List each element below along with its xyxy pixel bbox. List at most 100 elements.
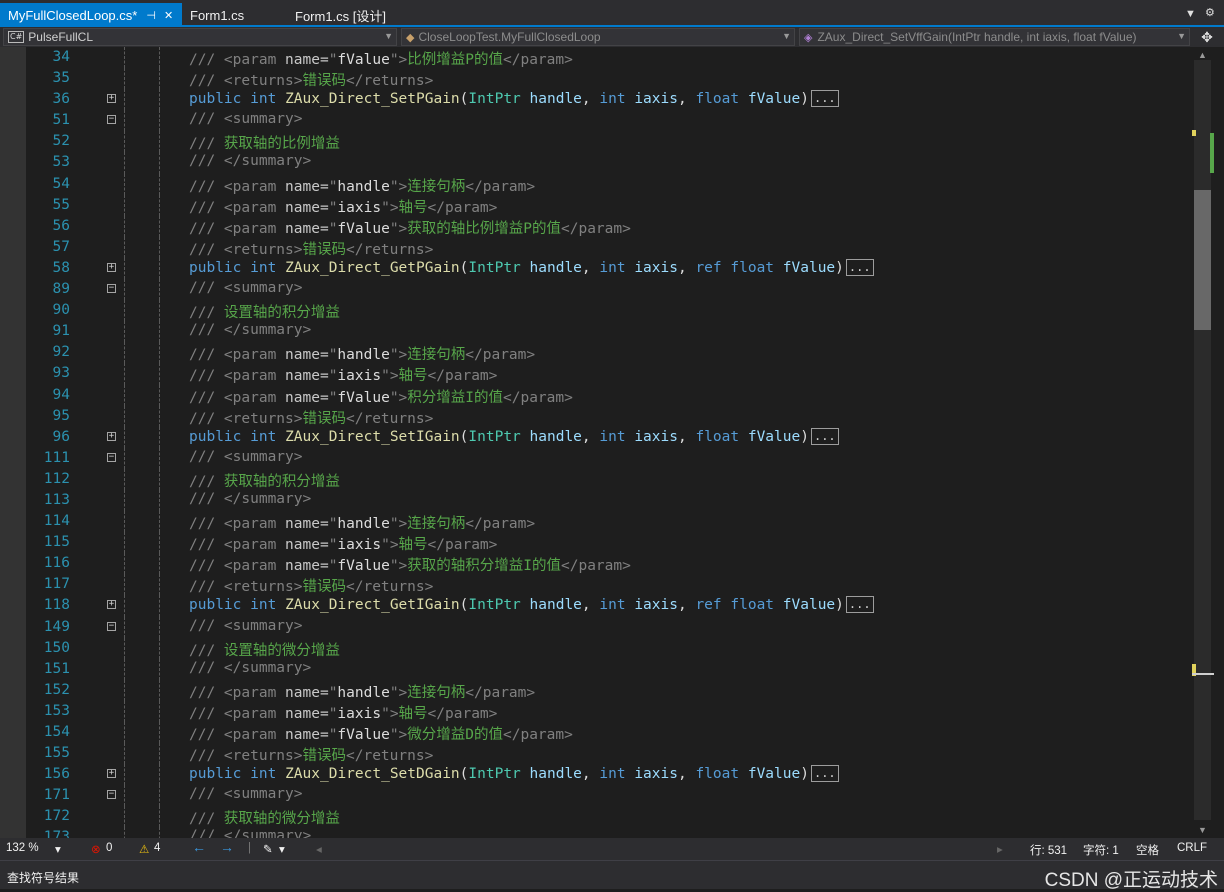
collapse-icon[interactable]: −	[107, 284, 116, 294]
project-dropdown[interactable]: C# PulseFullCL ▼	[3, 28, 397, 46]
line-ending-indicator[interactable]: CRLF	[1177, 842, 1207, 854]
type: IntPtr	[468, 428, 521, 445]
code-line: 52 /// 获取轴的比例增益	[26, 131, 1190, 153]
brush-icon[interactable]: ✎	[263, 842, 273, 856]
line-number: 94	[52, 386, 70, 403]
scroll-up-icon[interactable]: ▲	[1194, 50, 1211, 60]
navigate-forward-icon[interactable]: →	[220, 839, 234, 855]
member-dropdown[interactable]: ◈ ZAux_Direct_SetVffGain(IntPtr handle, …	[799, 28, 1190, 46]
xml-tag: <summary>	[223, 617, 303, 634]
collapsed-region-icon[interactable]: ...	[845, 596, 874, 614]
doc-comment-prefix: ///	[189, 389, 224, 406]
settings-gear-icon[interactable]: ⚙	[1205, 6, 1215, 19]
collapsed-region-icon[interactable]: ...	[845, 258, 874, 276]
tab-myfullclosedloop[interactable]: MyFullClosedLoop.cs* ⊣ ✕	[0, 3, 182, 27]
whitespace-indicator[interactable]: 空格	[1136, 842, 1159, 858]
warning-icon[interactable]: ⚠	[139, 842, 149, 856]
collapse-icon[interactable]: −	[107, 621, 116, 631]
indent-guide	[124, 616, 125, 638]
indent-guide	[124, 47, 125, 69]
xml-attribute: name=	[285, 727, 329, 743]
code-text: /// <param name="handle">连接句柄</param>	[189, 681, 535, 702]
find-symbol-results-tab[interactable]: 查找符号结果	[7, 869, 79, 886]
close-icon[interactable]: ✕	[164, 9, 173, 22]
hscroll-left-icon[interactable]: ◂	[316, 842, 322, 856]
indent-guide	[124, 194, 125, 216]
line-number: 52	[52, 133, 70, 150]
chevron-down-icon: ▼	[384, 31, 393, 41]
collapsed-region-icon[interactable]: ...	[810, 427, 839, 445]
split-window-icon[interactable]: ✥	[1190, 27, 1224, 47]
indent-guide	[159, 616, 160, 638]
hscroll-right-icon[interactable]: ▸	[997, 842, 1003, 856]
indent-guide	[159, 68, 160, 90]
scroll-down-icon[interactable]: ▼	[1194, 825, 1211, 835]
code-text: /// 设置轴的微分增益	[189, 639, 340, 660]
quote: "	[381, 199, 390, 216]
collapsed-region-icon[interactable]: ...	[810, 765, 839, 783]
doc-comment-prefix: ///	[189, 280, 224, 297]
line-number: 155	[43, 745, 70, 762]
error-count[interactable]: 0	[106, 842, 112, 854]
collapse-icon[interactable]: −	[107, 452, 116, 462]
code-line: 113 /// </summary>	[26, 489, 1190, 512]
xml-tag: <returns>	[223, 73, 303, 90]
xml-tag: </param>	[465, 347, 536, 364]
expand-icon[interactable]: +	[107, 94, 116, 104]
expand-icon[interactable]: +	[107, 431, 116, 441]
indent-guide	[159, 595, 160, 617]
comment-text: 设置轴的积分增益	[223, 305, 340, 322]
tab-form1-design[interactable]: Form1.cs [设计]	[287, 3, 417, 27]
keyword: float	[695, 766, 740, 783]
comment-text: 获取轴的积分增益	[223, 473, 340, 490]
quote: "	[389, 347, 399, 364]
indent-guide	[159, 511, 160, 533]
doc-comment-prefix: ///	[189, 111, 224, 128]
warning-count[interactable]: 4	[154, 842, 160, 854]
scroll-track[interactable]	[1194, 60, 1211, 820]
comment-text: 连接句柄	[407, 516, 466, 533]
line-number: 111	[43, 449, 70, 466]
caret-position-marker	[1192, 673, 1214, 675]
indent-guide	[159, 637, 160, 659]
code-editor[interactable]: 34/// <param name="fValue">比例增益P的值</para…	[0, 47, 1190, 838]
doc-comment-prefix: ///	[189, 347, 224, 364]
zoom-level[interactable]: 132 %	[6, 842, 39, 854]
error-icon[interactable]: ⊗	[91, 842, 101, 856]
pin-icon[interactable]: ⊣	[146, 9, 156, 22]
xml-attribute: name=	[285, 52, 329, 68]
tab-dropdown-icon[interactable]: ▼	[1185, 8, 1196, 20]
collapsed-region-icon[interactable]: ...	[810, 90, 839, 108]
scroll-thumb[interactable]	[1194, 190, 1211, 330]
expand-icon[interactable]: +	[107, 769, 116, 779]
zoom-dropdown-icon[interactable]: ▾	[55, 842, 61, 856]
xml-tag: </param>	[503, 389, 573, 406]
line-number: 154	[43, 724, 70, 740]
indent-guide	[124, 363, 125, 385]
indent-guide	[159, 426, 160, 448]
quote: "	[389, 558, 399, 575]
chevron-down-icon[interactable]: ▾	[279, 842, 285, 856]
xml-tag: </summary>	[223, 659, 312, 676]
expand-icon[interactable]: +	[107, 262, 116, 272]
code-line: 155 /// <returns>错误码</returns>	[26, 743, 1190, 765]
code-line: 89 − /// <summary>	[26, 279, 1190, 301]
indent-guide	[124, 764, 125, 786]
indent-guide	[159, 257, 160, 280]
collapse-icon[interactable]: −	[107, 790, 116, 800]
xml-tag: </summary>	[223, 322, 312, 339]
keyword: public	[189, 259, 242, 276]
navigate-back-icon[interactable]: ←	[192, 839, 206, 855]
collapse-icon[interactable]: −	[107, 115, 116, 125]
code-text: /// </summary>	[189, 491, 311, 507]
expand-icon[interactable]: +	[107, 600, 116, 610]
class-dropdown[interactable]: ◆ CloseLoopTest.MyFullClosedLoop ▼	[401, 28, 795, 46]
code-text: /// <returns>错误码</returns>	[189, 407, 433, 428]
tab-form1-cs[interactable]: Form1.cs	[182, 3, 287, 27]
code-line: 93/// <param name="iaxis">轴号</param>	[26, 363, 1190, 385]
indent-guide	[124, 257, 125, 280]
